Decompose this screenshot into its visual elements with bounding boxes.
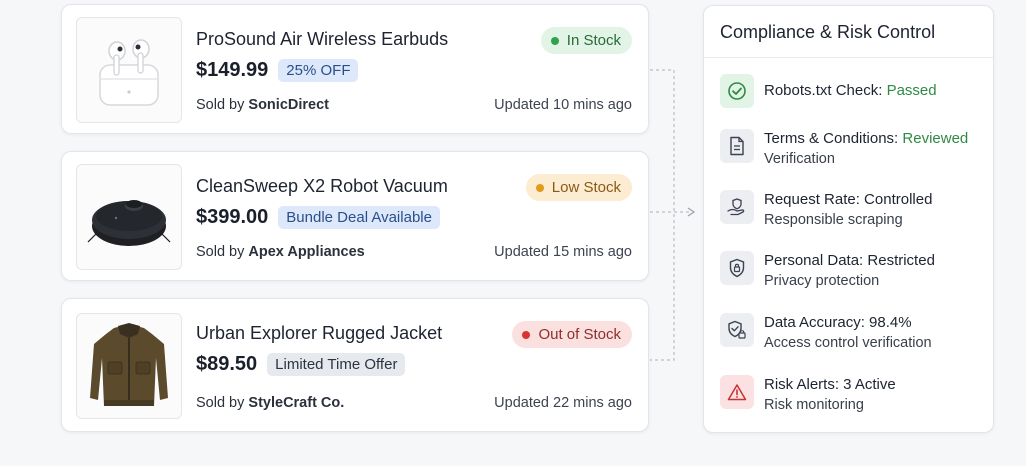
seller-info: Sold by SonicDirect (196, 97, 329, 113)
risk-item-personal-data[interactable]: Personal Data: Restricted Privacy protec… (720, 251, 935, 291)
product-card[interactable]: CleanSweep X2 Robot Vacuum $399.00 Bundl… (61, 151, 649, 281)
stock-label: Out of Stock (538, 326, 621, 343)
stock-badge: In Stock (540, 27, 632, 54)
document-icon (720, 129, 754, 163)
hand-shield-icon (720, 190, 754, 224)
product-title[interactable]: CleanSweep X2 Robot Vacuum (196, 176, 448, 197)
seller-prefix: Sold by (196, 97, 249, 113)
risk-subtitle: Privacy protection (764, 273, 880, 289)
stock-label: Low Stock (551, 179, 621, 196)
product-image-vacuum[interactable] (76, 164, 182, 270)
status-dot-icon (550, 36, 559, 45)
panel-title: Compliance & Risk Control (704, 6, 993, 58)
lock-shield-icon (720, 251, 754, 285)
product-title[interactable]: Urban Explorer Rugged Jacket (196, 323, 442, 344)
flow-connector (650, 69, 696, 361)
warning-icon (720, 375, 754, 409)
risk-title: Risk Alerts: 3 Active (764, 376, 896, 393)
risk-subtitle: Responsible scraping (764, 212, 903, 228)
offer-tag: Limited Time Offer (267, 353, 406, 376)
product-card[interactable]: ProSound Air Wireless Earbuds $149.99 25… (61, 4, 649, 134)
risk-title: Personal Data: Restricted (764, 252, 935, 269)
product-price: $149.99 (196, 59, 269, 81)
shield-lock-icon (720, 313, 754, 347)
risk-item-terms[interactable]: Terms & Conditions: Reviewed Verificatio… (720, 129, 968, 169)
stock-label: In Stock (566, 32, 621, 49)
check-circle-icon (720, 74, 754, 108)
seller-info: Sold by Apex Appliances (196, 244, 365, 260)
compliance-panel: Compliance & Risk Control Robots.txt Che… (703, 5, 994, 433)
seller-name[interactable]: StyleCraft Co. (248, 395, 344, 411)
status-reviewed: Reviewed (902, 130, 969, 147)
deal-tag: Bundle Deal Available (278, 206, 440, 229)
status-dot-icon (535, 183, 544, 192)
risk-title: Request Rate: Controlled (764, 191, 933, 208)
status-passed: Passed (886, 82, 937, 99)
risk-title: Terms & Conditions: (764, 130, 903, 147)
risk-title: Robots.txt Check: (764, 82, 887, 99)
updated-time: Updated 10 mins ago (494, 97, 632, 113)
product-price: $399.00 (196, 206, 269, 228)
updated-time: Updated 15 mins ago (494, 244, 632, 260)
status-dot-icon (522, 330, 531, 339)
risk-item-request-rate[interactable]: Request Rate: Controlled Responsible scr… (720, 190, 932, 230)
product-price: $89.50 (196, 353, 258, 375)
seller-prefix: Sold by (196, 395, 249, 411)
seller-name[interactable]: Apex Appliances (248, 244, 364, 260)
risk-item-data-accuracy[interactable]: Data Accuracy: 98.4% Access control veri… (720, 313, 932, 353)
risk-title: Data Accuracy: 98.4% (764, 314, 912, 331)
stock-badge: Out of Stock (512, 321, 632, 348)
seller-prefix: Sold by (196, 244, 249, 260)
product-image-earbuds[interactable] (76, 17, 182, 123)
seller-name[interactable]: SonicDirect (248, 97, 329, 113)
updated-time: Updated 22 mins ago (494, 395, 632, 411)
product-title[interactable]: ProSound Air Wireless Earbuds (196, 29, 448, 50)
seller-info: Sold by StyleCraft Co. (196, 395, 344, 411)
discount-tag: 25% OFF (278, 59, 359, 82)
stock-badge: Low Stock (525, 174, 632, 201)
risk-subtitle: Verification (764, 151, 835, 167)
robot-vacuum-image (87, 200, 171, 246)
earbuds-image (99, 39, 159, 106)
product-image-jacket[interactable] (76, 313, 182, 419)
risk-subtitle: Risk monitoring (764, 397, 864, 413)
risk-item-robots[interactable]: Robots.txt Check: Passed (720, 74, 937, 108)
jacket-image (90, 323, 168, 406)
risk-item-alerts[interactable]: Risk Alerts: 3 Active Risk monitoring (720, 375, 896, 415)
risk-subtitle: Access control verification (764, 335, 932, 351)
product-card[interactable]: Urban Explorer Rugged Jacket $89.50 Limi… (61, 298, 649, 432)
